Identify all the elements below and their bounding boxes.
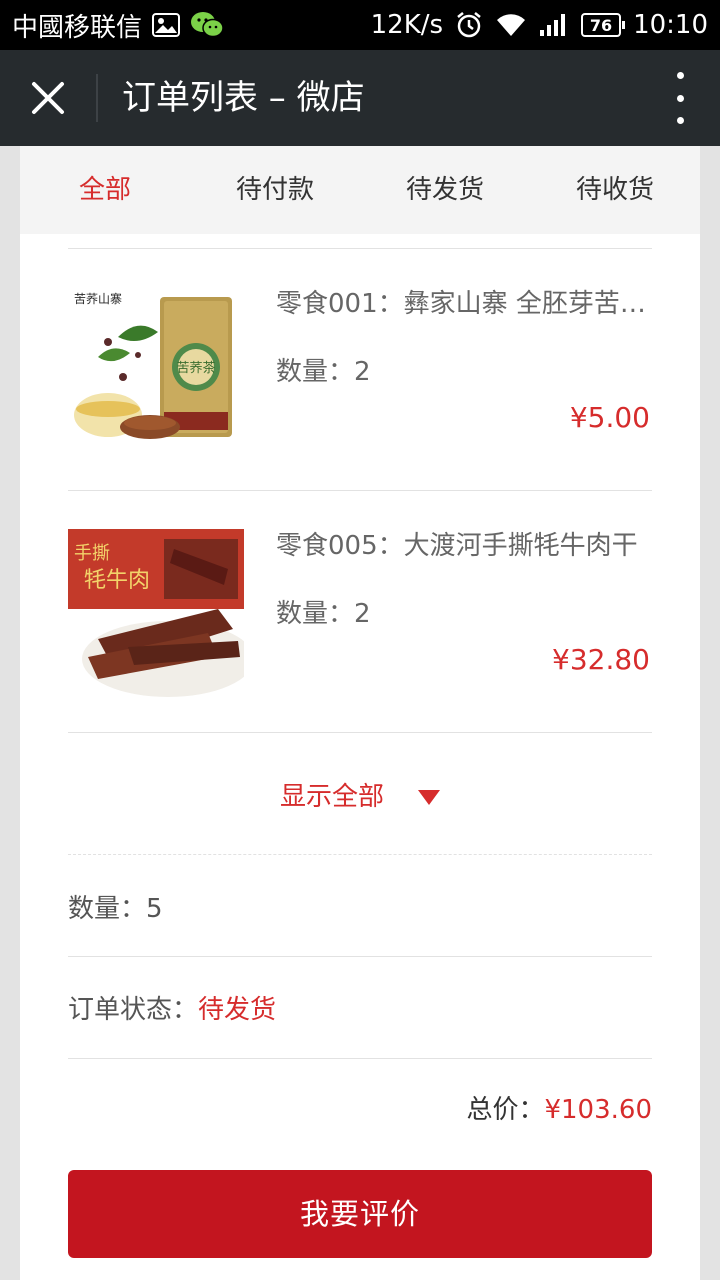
product-quantity: 数量：2 (276, 599, 371, 629)
divider (68, 956, 652, 957)
order-panel: 全部 待付款 待发货 待收货 苦荞山寨 苦荞茶 零食001：彝家山寨 全胚芽苦荞… (20, 146, 700, 1280)
order-tabs: 全部 待付款 待发货 待收货 (20, 146, 700, 234)
order-item[interactable]: 苦荞山寨 苦荞茶 零食001：彝家山寨 全胚芽苦荞茶 数量：2 ¥5.00 (68, 249, 652, 491)
svg-text:牦牛肉: 牦牛肉 (84, 568, 150, 593)
battery-icon: 76 (581, 13, 626, 37)
gallery-notification-icon (152, 13, 181, 37)
tab-pending-payment[interactable]: 待付款 (190, 146, 360, 234)
nav-divider (96, 74, 98, 122)
review-button[interactable]: 我要评价 (68, 1170, 652, 1258)
carrier-label: 中國移联信 (12, 12, 143, 43)
dashed-divider (68, 854, 652, 855)
order-item[interactable]: 手撕 牦牛肉 零食005：大渡河手撕牦牛肉干 数量：2 ¥32.80 (68, 491, 652, 733)
more-dots-icon (676, 72, 684, 79)
svg-text:苦荞山寨: 苦荞山寨 (74, 291, 122, 306)
product-name: 零食001：彝家山寨 全胚芽苦荞茶 (276, 289, 652, 319)
svg-text:苦荞茶: 苦荞茶 (176, 360, 215, 376)
product-quantity: 数量：2 (276, 357, 371, 387)
product-price: ¥5.00 (569, 401, 650, 434)
wechat-notification-icon (190, 11, 224, 39)
signal-icon (539, 12, 569, 38)
more-menu-button[interactable] (670, 72, 690, 124)
close-icon (32, 82, 64, 114)
divider (68, 732, 652, 733)
svg-text:手撕: 手撕 (74, 543, 110, 564)
order-quantity: 数量：5 (68, 894, 163, 924)
total-value: ¥103.60 (544, 1095, 652, 1125)
tab-pending-shipment[interactable]: 待发货 (360, 146, 530, 234)
tab-all[interactable]: 全部 (20, 146, 190, 234)
network-speed: 12K/s (370, 10, 444, 40)
page-title: 订单列表 – 微店 (122, 78, 365, 118)
show-all-label: 显示全部 (279, 782, 384, 812)
order-total: 总价：¥103.60 (466, 1089, 652, 1126)
wifi-icon (495, 12, 527, 38)
show-all-button[interactable]: 显示全部 (20, 776, 700, 813)
triangle-down-icon (418, 790, 440, 805)
clock: 10:10 (633, 10, 708, 40)
divider (68, 1058, 652, 1059)
order-status-value: 待发货 (198, 995, 277, 1025)
tab-pending-receipt[interactable]: 待收货 (530, 146, 700, 234)
total-label: 总价： (466, 1095, 545, 1125)
order-status-label: 订单状态： (68, 995, 199, 1025)
product-price: ¥32.80 (552, 643, 650, 676)
title-bar: 订单列表 – 微店 (0, 50, 720, 146)
order-status: 订单状态：待发货 (68, 989, 276, 1026)
status-bar: 中國移联信 12K/s 76 10:10 (0, 0, 720, 50)
alarm-icon (455, 11, 483, 39)
product-image-yak-jerky: 手撕 牦牛肉 (68, 529, 244, 699)
product-image-buckwheat-tea: 苦荞山寨 苦荞茶 (68, 287, 244, 457)
close-button[interactable] (18, 68, 78, 128)
product-name: 零食005：大渡河手撕牦牛肉干 (276, 531, 638, 561)
